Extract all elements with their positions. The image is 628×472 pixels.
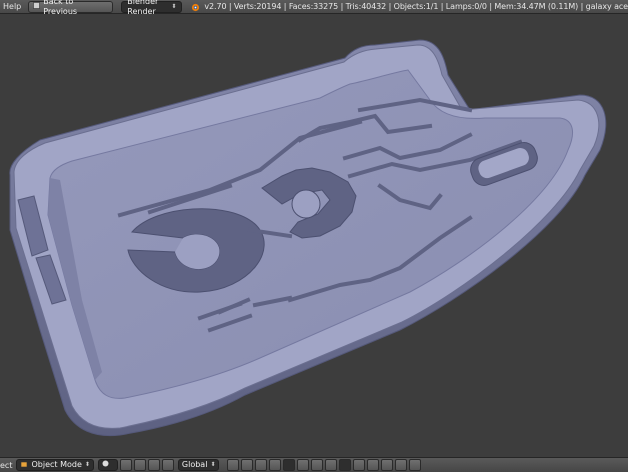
mode-dropdown[interactable]: Object Mode ⬍ [16,459,94,471]
dropdown-arrow-icon: ⬍ [210,461,216,468]
render-engine-dropdown[interactable]: Blender Render ⬍ [121,0,183,16]
back-icon [33,1,41,12]
dropdown-arrow-icon: ⬍ [84,461,90,468]
lock-icon[interactable] [367,459,380,471]
layer-4-icon[interactable] [269,459,282,471]
snap-icon[interactable] [381,459,394,471]
info-header: Help Back to Previous Blender Render ⬍ v… [0,0,628,16]
layer-5-icon[interactable] [283,459,296,471]
manipulator-icon[interactable] [133,459,146,471]
render-preview-icon[interactable] [409,459,422,471]
phone-case-mesh [9,39,607,437]
dropdown-arrow-icon: ⬍ [171,2,177,10]
layer-6-icon[interactable] [297,459,310,471]
shading-dropdown[interactable] [97,459,118,471]
layer-1-icon[interactable] [227,459,240,471]
layer-10-icon[interactable] [353,459,366,471]
layer-2-icon[interactable] [241,459,254,471]
help-menu[interactable]: Help [0,0,24,14]
rotate-icon[interactable] [161,459,174,471]
3d-view-header: ect Object Mode ⬍ Global ⬍ [0,457,628,472]
translate-icon[interactable] [147,459,160,471]
blender-logo-icon [190,2,200,12]
layer-9-icon[interactable] [339,459,352,471]
back-to-previous-button[interactable]: Back to Previous [28,0,114,16]
scene-stats: v2.70 | Verts:20194 | Faces:33275 | Tris… [204,2,628,11]
object-menu[interactable]: ect [0,461,12,470]
layer-3-icon[interactable] [255,459,268,471]
layer-8-icon[interactable] [325,459,338,471]
pivot-point-icon[interactable] [119,459,132,471]
mode-label: Object Mode [31,460,82,469]
solid-shading-icon [102,460,109,470]
orientation-label: Global [181,460,208,469]
orientation-dropdown[interactable]: Global ⬍ [177,459,220,471]
proportional-edit-icon[interactable] [395,459,408,471]
3d-viewport[interactable] [0,15,628,457]
object-mode-icon [20,460,28,471]
layer-7-icon[interactable] [311,459,324,471]
